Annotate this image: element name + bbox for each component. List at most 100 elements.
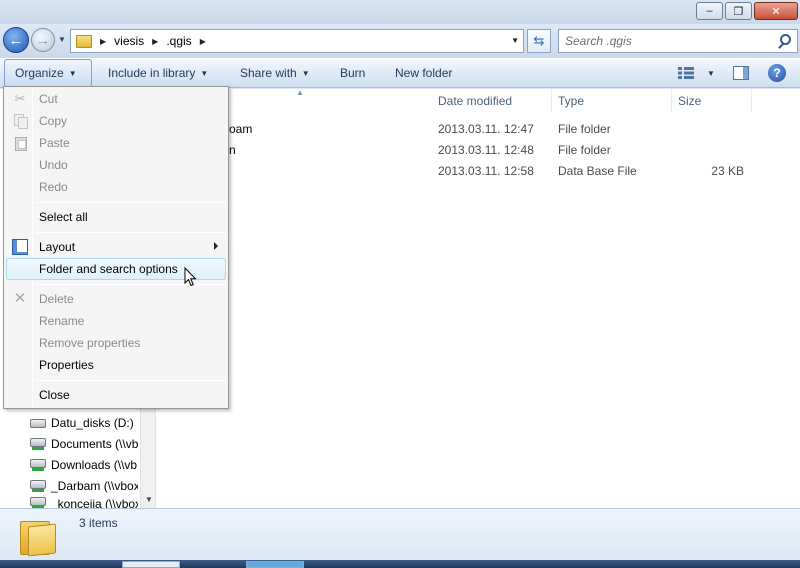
menu-item-label: Remove properties	[39, 336, 141, 350]
scissors-icon: ✂	[14, 91, 26, 106]
preview-pane-icon[interactable]	[733, 66, 749, 80]
breadcrumb-qgis[interactable]: .qgis	[166, 34, 191, 48]
help-icon[interactable]: ?	[768, 64, 786, 82]
layout-icon	[12, 239, 28, 255]
view-options-dropdown[interactable]: ▼	[702, 59, 715, 87]
mouse-cursor-icon	[184, 267, 197, 287]
address-dropdown-icon[interactable]: ▼	[511, 36, 519, 45]
recent-pages-button[interactable]: ▼	[58, 35, 68, 45]
file-name: n	[229, 143, 236, 157]
menu-separator	[36, 232, 226, 233]
menu-item-copy[interactable]: Copy	[6, 110, 226, 132]
address-row: ← → ▼ ▶ viesis ▶ .qgis ▶ ▼ ⇆	[0, 24, 800, 58]
menu-item-label: Close	[39, 388, 70, 402]
command-bar: Organize ▼ Include in library ▼ Share with…	[0, 58, 800, 88]
chevron-down-icon: ▼	[68, 68, 77, 78]
menu-separator	[36, 380, 226, 381]
folder-icon	[20, 517, 56, 557]
view-options-icon[interactable]	[678, 67, 694, 79]
menu-item-label: Folder and search options	[39, 262, 178, 276]
menu-item-delete[interactable]: ✕ Delete	[6, 288, 226, 310]
chevron-down-icon: ▼	[301, 68, 310, 78]
search-input[interactable]	[565, 31, 765, 51]
new-folder-label: New folder	[395, 66, 453, 80]
nav-item-downloads[interactable]: Downloads (\\vb	[30, 455, 138, 475]
network-drive-icon	[30, 497, 46, 508]
refresh-icon: ⇆	[533, 33, 545, 48]
column-label: Date modified	[438, 94, 513, 108]
nav-item-label: Datu_disks (D:)	[51, 416, 134, 430]
minimize-button[interactable]: –	[696, 2, 723, 20]
nav-item-label: _Darbam (\\vbox	[51, 479, 138, 493]
back-button[interactable]: ←	[3, 27, 29, 53]
menu-item-remove-properties[interactable]: Remove properties	[6, 332, 226, 354]
chevron-right-icon[interactable]: ▶	[152, 37, 158, 46]
drive-icon	[30, 418, 46, 428]
column-date-modified[interactable]: Date modified	[432, 89, 552, 113]
sort-ascending-icon: ▲	[296, 88, 304, 97]
column-label: Size	[678, 94, 702, 108]
maximize-button[interactable]: ❐	[725, 2, 752, 20]
nav-item-darbam[interactable]: _Darbam (\\vbox	[30, 476, 138, 496]
table-row[interactable]: 2013.03.11. 12:58 Data Base File 23 KB	[156, 161, 756, 182]
file-type: File folder	[558, 122, 611, 136]
folder-icon	[76, 34, 92, 48]
organize-button[interactable]: Organize ▼	[4, 59, 92, 87]
details-pane: 3 items	[0, 508, 800, 560]
search-icon[interactable]	[780, 34, 791, 45]
table-row[interactable]: oam 2013.03.11. 12:47 File folder	[156, 119, 756, 140]
burn-button[interactable]: Burn	[340, 59, 365, 87]
address-bar[interactable]: ▶ viesis ▶ .qgis ▶ ▼	[70, 29, 524, 53]
file-date: 2013.03.11. 12:58	[438, 164, 534, 178]
file-name: oam	[229, 122, 253, 136]
title-bar: – ❐ ✕	[0, 0, 800, 24]
search-box[interactable]	[558, 29, 798, 53]
paste-icon	[12, 135, 28, 151]
menu-item-rename[interactable]: Rename	[6, 310, 226, 332]
column-size[interactable]: Size	[672, 89, 752, 113]
menu-item-redo[interactable]: Redo	[6, 176, 226, 198]
scroll-down-icon[interactable]: ▼	[145, 495, 153, 504]
menu-item-select-all[interactable]: Select all	[6, 206, 226, 228]
menu-item-label: Select all	[39, 210, 88, 224]
menu-item-label: Copy	[39, 114, 68, 128]
menu-item-label: Delete	[39, 292, 74, 306]
share-with-button[interactable]: Share with ▼	[240, 59, 310, 87]
column-type[interactable]: Type	[552, 89, 672, 113]
menu-item-cut[interactable]: ✂ Cut	[6, 88, 226, 110]
file-type: File folder	[558, 143, 611, 157]
menu-item-layout[interactable]: Layout	[6, 236, 226, 258]
taskbar-item[interactable]	[122, 561, 180, 568]
forward-button[interactable]: →	[31, 28, 55, 52]
new-folder-button[interactable]: New folder	[395, 59, 452, 87]
arrow-left-icon: ←	[8, 31, 24, 49]
menu-item-properties[interactable]: Properties	[6, 354, 226, 376]
nav-item-koncejja[interactable]: _koncejja (\\vbox	[30, 497, 138, 508]
nav-item-documents[interactable]: Documents (\\vb	[30, 434, 138, 454]
close-window-button[interactable]: ✕	[754, 2, 798, 20]
file-date: 2013.03.11. 12:48	[438, 143, 534, 157]
window-controls: – ❐ ✕	[696, 2, 798, 20]
nav-item-datu-disks[interactable]: Datu_disks (D:)	[30, 413, 138, 433]
chevron-right-icon[interactable]: ▶	[200, 37, 206, 46]
file-date: 2013.03.11. 12:47	[438, 122, 534, 136]
file-type: Data Base File	[558, 164, 637, 178]
refresh-button[interactable]: ⇆	[527, 29, 551, 53]
menu-item-label: Cut	[39, 92, 58, 106]
menu-item-paste[interactable]: Paste	[6, 132, 226, 154]
menu-item-undo[interactable]: Undo	[6, 154, 226, 176]
taskbar-item[interactable]	[246, 561, 304, 568]
menu-item-label: Redo	[39, 180, 68, 194]
table-row[interactable]: n 2013.03.11. 12:48 File folder	[156, 140, 756, 161]
chevron-down-icon: ▼	[707, 68, 715, 78]
organize-menu: ✂ Cut Copy Paste Undo Redo Select all La…	[3, 86, 229, 409]
chevron-right-icon[interactable]: ▶	[100, 37, 106, 46]
menu-item-label: Undo	[39, 158, 68, 172]
include-in-library-button[interactable]: Include in library ▼	[108, 59, 208, 87]
menu-separator	[36, 202, 226, 203]
network-drive-icon	[30, 479, 46, 493]
restore-icon: ❐	[733, 5, 744, 18]
burn-label: Burn	[340, 66, 366, 80]
menu-item-close[interactable]: Close	[6, 384, 226, 406]
breadcrumb-viesis[interactable]: viesis	[114, 34, 144, 48]
